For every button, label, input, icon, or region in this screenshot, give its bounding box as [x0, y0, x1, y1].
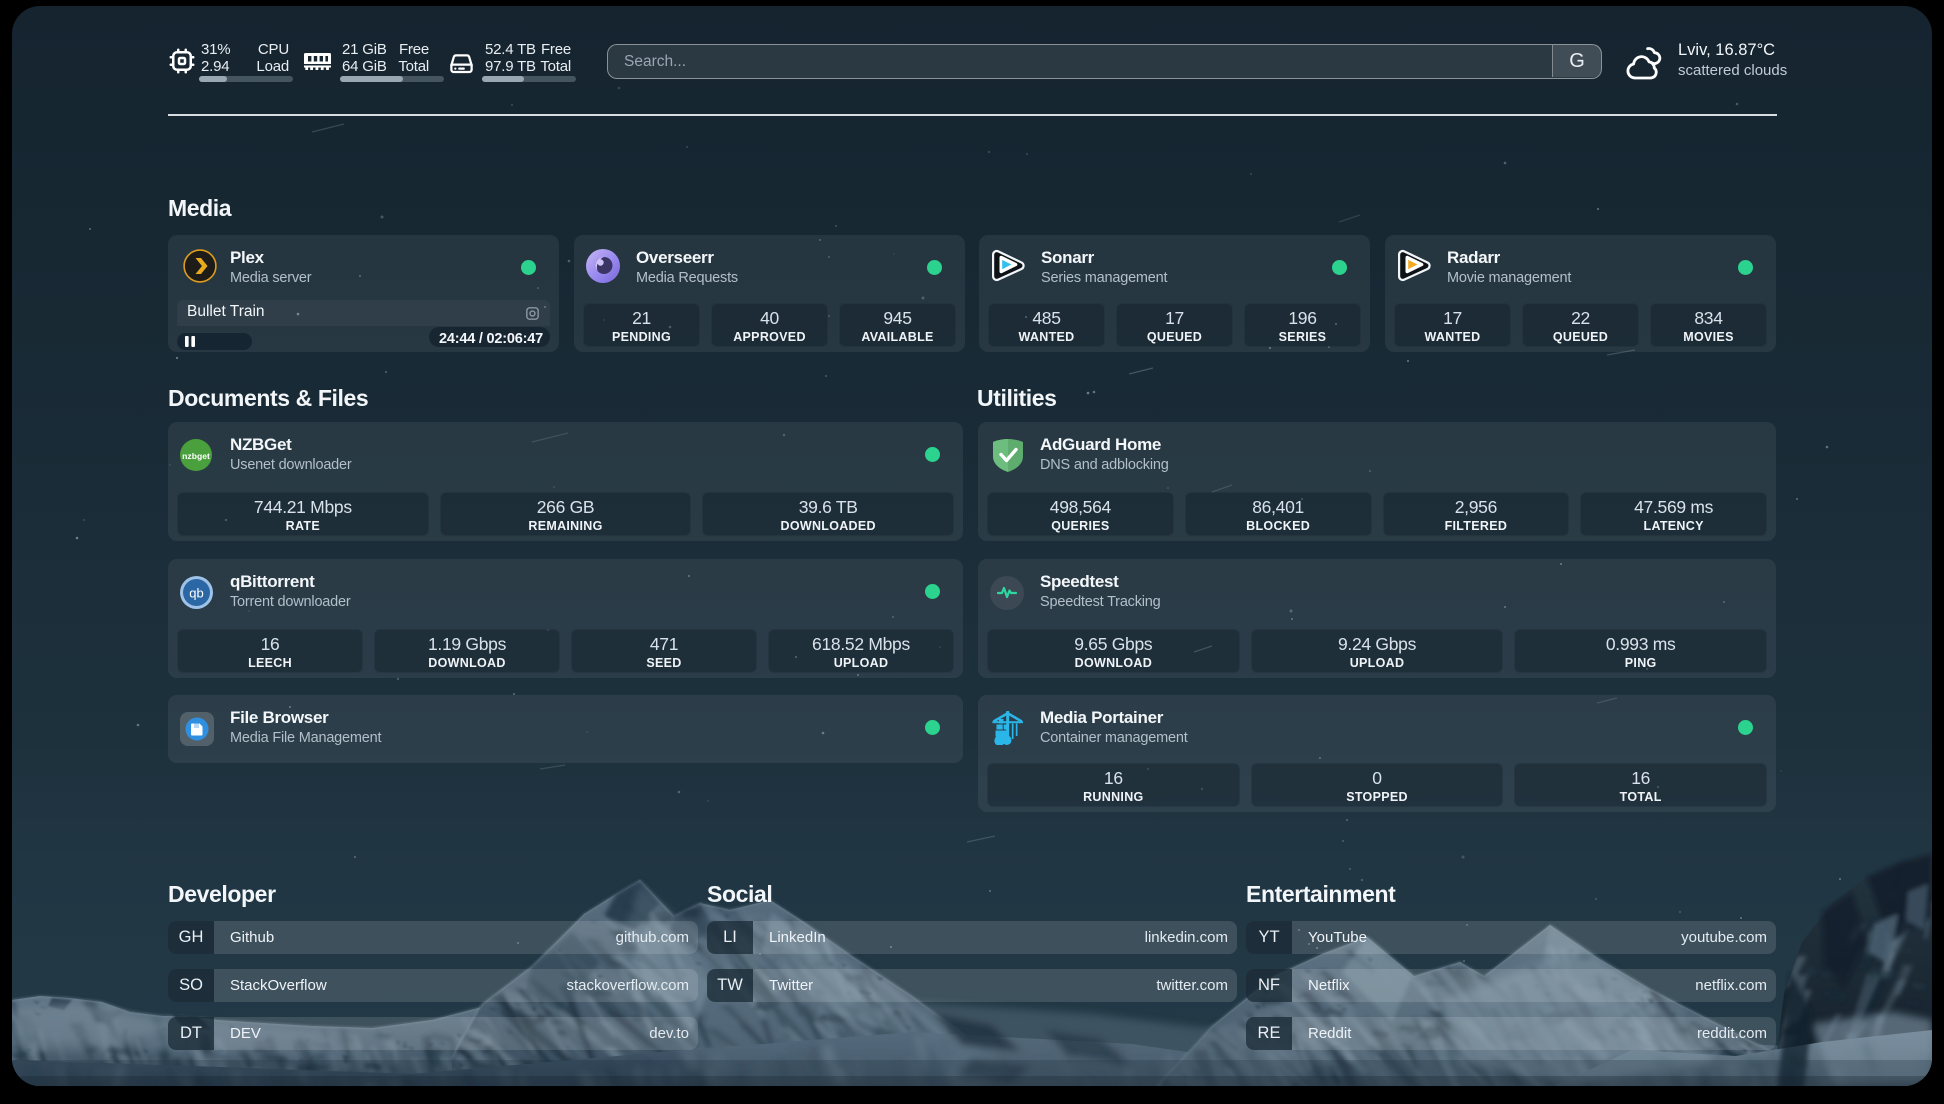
svg-text:qb: qb	[189, 586, 203, 601]
svg-text:nzbget: nzbget	[182, 451, 210, 461]
